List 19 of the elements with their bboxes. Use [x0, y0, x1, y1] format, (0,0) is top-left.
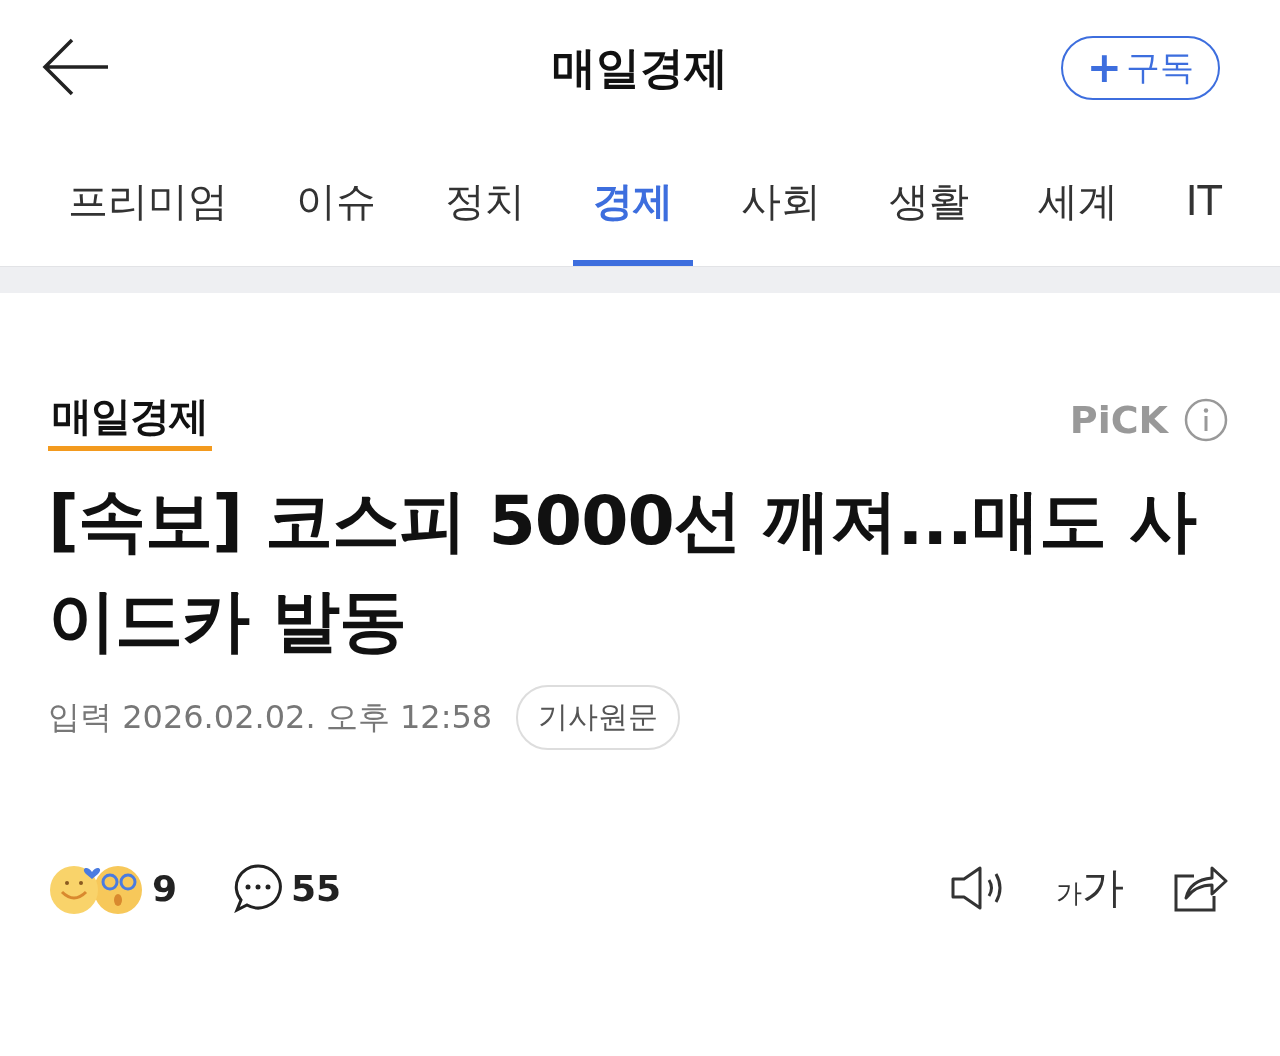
category-tab[interactable]: 정치 [424, 136, 545, 266]
category-tab[interactable]: IT [1165, 136, 1242, 266]
category-tab[interactable]: 생활 [869, 136, 990, 266]
comment-count: 55 [291, 867, 342, 909]
publish-time: 입력 2026.02.02. 오후 12:58 [48, 696, 493, 738]
page-title: 매일경제 [552, 40, 728, 95]
category-tab[interactable]: 이슈 [276, 136, 397, 266]
subscribe-button[interactable]: +구독 [1060, 36, 1220, 100]
comment-icon[interactable] [233, 863, 284, 913]
reaction-count: 9 [152, 867, 178, 909]
article-headline: [속보] 코스피 5000선 깨져...매도 사이드카 발동 [48, 480, 1198, 662]
category-tab[interactable]: 사회 [721, 136, 841, 266]
pick-label: PiCK [1069, 398, 1168, 442]
info-icon[interactable] [1184, 398, 1228, 442]
category-tab[interactable]: 세계 [1017, 136, 1138, 266]
original-article-link[interactable]: 기사원문 [516, 685, 681, 750]
category-tab[interactable]: 프리미엄 [48, 136, 248, 266]
font-size-button[interactable]: 가가 [1056, 860, 1124, 916]
press-logo[interactable]: 매일경제 [48, 389, 212, 451]
